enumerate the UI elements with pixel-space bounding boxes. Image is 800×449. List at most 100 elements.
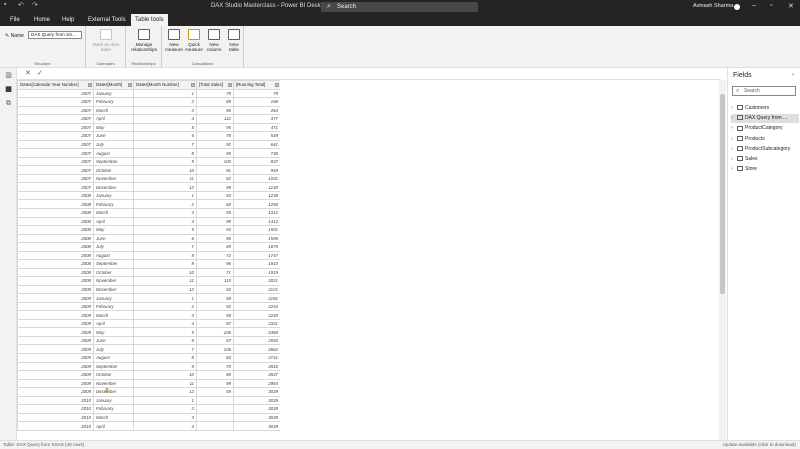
- tab-home[interactable]: Home: [30, 14, 54, 26]
- table-row[interactable]: 2009 February 2 92 2244: [17, 301, 280, 312]
- table-cell: February: [93, 199, 134, 209]
- formula-bar[interactable]: ✕ ✓: [17, 68, 721, 80]
- undo-icon[interactable]: ↶: [18, 1, 24, 9]
- table-row[interactable]: 2008 August 8 72 1747: [17, 250, 280, 261]
- tab-table-tools[interactable]: Table tools: [131, 14, 168, 26]
- table-row[interactable]: 2009 July 7 106 2662: [17, 344, 280, 354]
- table-row[interactable]: 2008 June 6 96 1596: [17, 233, 280, 244]
- commit-icon[interactable]: ✓: [37, 69, 43, 77]
- mark-as-date-table-button[interactable]: Mark as date table: [90, 29, 122, 52]
- table-row[interactable]: 2008 April 4 99 1412: [17, 216, 280, 227]
- filter-dropdown-icon[interactable]: ▾: [88, 83, 92, 87]
- table-row[interactable]: 2007 December 12 99 1130: [17, 182, 280, 192]
- table-row[interactable]: 2007 April 4 112 377: [17, 114, 280, 124]
- filter-dropdown-icon[interactable]: ▾: [191, 83, 195, 87]
- save-icon[interactable]: ▪: [4, 1, 6, 8]
- field-table-item[interactable]: › DAX Query from ...: [731, 114, 799, 124]
- table-row[interactable]: 2008 March 3 55 1312: [17, 207, 280, 218]
- field-table-item[interactable]: › Customers: [731, 104, 799, 113]
- table-row[interactable]: 2007 July 7 92 641: [17, 139, 280, 150]
- collapse-pane-icon[interactable]: ›: [792, 72, 794, 78]
- table-row[interactable]: 2009 May 5 106 2468: [17, 327, 280, 337]
- search-box[interactable]: ⌕ Search: [321, 2, 478, 12]
- chevron-right-icon[interactable]: ›: [731, 165, 736, 174]
- manage-relationships-button[interactable]: Manage relationships: [128, 29, 160, 52]
- table-row[interactable]: 2007 February 2 89 168: [17, 97, 280, 107]
- cancel-icon[interactable]: ✕: [25, 69, 31, 77]
- chevron-right-icon[interactable]: ›: [731, 114, 736, 123]
- new-measure-button[interactable]: New measure: [164, 29, 184, 52]
- fields-search-input[interactable]: ⌕ Search: [732, 86, 796, 96]
- table-row[interactable]: 2007 August 8 95 736: [17, 148, 280, 158]
- model-view-icon[interactable]: ⧉: [4, 100, 13, 108]
- redo-icon[interactable]: ↷: [32, 1, 38, 9]
- chevron-right-icon[interactable]: ›: [731, 155, 736, 164]
- table-row[interactable]: 2008 January 1 93 1236: [17, 190, 280, 201]
- column-header[interactable]: Dates[Calendar Year Number] ▾: [17, 80, 94, 90]
- table-row[interactable]: 2010 February 2 3039: [17, 404, 280, 414]
- table-row[interactable]: 2007 June 6 78 549: [17, 131, 280, 141]
- field-table-item[interactable]: › Sales: [731, 155, 799, 164]
- table-row[interactable]: 2007 September 9 100 837: [17, 156, 280, 167]
- table-row[interactable]: 2007 March 3 96 264: [17, 105, 280, 116]
- update-available-link[interactable]: Update available (click to download): [722, 441, 796, 449]
- scrollbar-thumb[interactable]: [720, 94, 725, 294]
- table-row[interactable]: 2009 December 12 59 3039: [17, 387, 280, 397]
- table-row[interactable]: 2008 November 11 115 2021: [17, 276, 280, 286]
- table-row[interactable]: 2010 January 1 3039: [17, 395, 280, 406]
- field-table-item[interactable]: › ProductSubcategory: [731, 145, 799, 154]
- table-row[interactable]: 2009 September 9 70 2816: [17, 361, 280, 372]
- table-row[interactable]: 2009 January 1 59 2181: [17, 293, 280, 303]
- field-table-item[interactable]: › Products: [731, 135, 799, 144]
- user-name[interactable]: Avinash Sharma: [693, 3, 733, 9]
- chevron-right-icon[interactable]: ›: [731, 145, 736, 154]
- table-view-icon[interactable]: ▦: [4, 86, 13, 94]
- table-row[interactable]: 2009 June 6 87 2555: [17, 335, 280, 346]
- filter-dropdown-icon[interactable]: ▾: [275, 83, 279, 87]
- table-row[interactable]: 2008 May 5 93 1501: [17, 225, 280, 235]
- column-header[interactable]: Dates[Month] ▾: [93, 80, 134, 90]
- filter-dropdown-icon[interactable]: ▾: [128, 83, 132, 87]
- quick-measure-button[interactable]: Quick measure: [184, 29, 204, 52]
- user-avatar[interactable]: [734, 4, 740, 10]
- table-cell: [196, 395, 234, 406]
- new-table-button[interactable]: New table: [224, 29, 244, 52]
- close-icon[interactable]: ✕: [788, 2, 794, 10]
- table-row[interactable]: 2008 December 12 92 2121: [17, 284, 280, 295]
- field-table-item[interactable]: › ProductCategory: [731, 124, 799, 133]
- table-row[interactable]: 2008 September 9 96 1843: [17, 259, 280, 269]
- table-icon: [228, 29, 240, 40]
- table-row[interactable]: 2007 October 10 91 949: [17, 165, 280, 175]
- tab-file[interactable]: File: [6, 14, 24, 26]
- table-name-input[interactable]: DAX Query from SS...: [28, 31, 82, 39]
- report-view-icon[interactable]: ▥: [4, 72, 13, 80]
- data-grid[interactable]: Dates[Calendar Year Number] ▾ Dates[Month]…: [17, 80, 280, 441]
- table-row[interactable]: 2010 April 4 3039: [17, 421, 280, 431]
- table-row[interactable]: 2010 March 3 3039: [17, 412, 280, 423]
- table-row[interactable]: 2009 March 3 59 2240: [17, 310, 280, 320]
- column-header[interactable]: [Total Sales] ▾: [196, 80, 234, 90]
- chevron-right-icon[interactable]: ›: [731, 124, 736, 133]
- table-row[interactable]: 2008 October 10 71 1919: [17, 267, 280, 278]
- table-row[interactable]: 2009 April 4 87 2331: [17, 318, 280, 329]
- maximize-icon[interactable]: ▫: [770, 2, 772, 9]
- filter-dropdown-icon[interactable]: ▾: [228, 83, 232, 87]
- column-header[interactable]: Dates[Month Number] ▾: [133, 80, 197, 90]
- chevron-right-icon[interactable]: ›: [731, 104, 736, 113]
- field-table-item[interactable]: › Store: [731, 165, 799, 174]
- tab-help[interactable]: Help: [58, 14, 78, 26]
- table-row[interactable]: 2009 August 8 83 2741: [17, 353, 280, 363]
- table-row[interactable]: 2007 November 11 82 1031: [17, 173, 280, 184]
- table-row[interactable]: 2009 October 10 80 2837: [17, 370, 280, 380]
- minimize-icon[interactable]: –: [752, 2, 756, 9]
- table-row[interactable]: 2007 May 5 95 471: [17, 122, 280, 133]
- new-column-button[interactable]: New column: [204, 29, 224, 52]
- tab-external-tools[interactable]: External Tools: [84, 14, 130, 26]
- table-row[interactable]: 2008 February 2 60 1256: [17, 199, 280, 209]
- chevron-right-icon[interactable]: ›: [731, 135, 736, 144]
- table-row[interactable]: 2007 January 1 79 79: [17, 88, 280, 99]
- table-row[interactable]: 2009 November 11 99 2984: [17, 378, 280, 389]
- table-row[interactable]: 2008 July 7 89 1675: [17, 242, 280, 252]
- calculator-icon: [168, 29, 180, 40]
- column-header[interactable]: [Running Total] ▾: [233, 80, 280, 90]
